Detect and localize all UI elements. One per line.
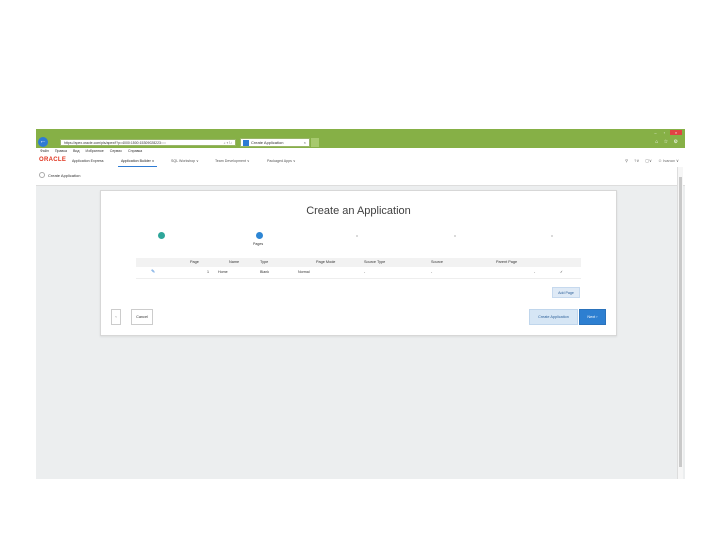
tab-label: SQL Workshop (171, 159, 196, 163)
step-complete-icon (158, 232, 165, 239)
tab-application-builder[interactable]: Application Builder ∨ (118, 157, 158, 167)
menu-favorites[interactable]: Избранное (86, 148, 104, 155)
apex-product-name[interactable]: Application Express (72, 159, 104, 163)
pages-table: Page Name Type Page Mode Source Type Sou… (136, 258, 581, 279)
chevron-down-icon: ∨ (292, 159, 296, 163)
page-circle-icon (39, 172, 45, 178)
apex-right-nav: ⚲ ?∨ ▢∨ ☺ Ivanov ∨ (625, 158, 679, 163)
row-action-icon[interactable]: ✓ (560, 267, 563, 278)
tab-sql-workshop[interactable]: SQL Workshop ∨ (168, 157, 202, 166)
minimize-button[interactable]: – (652, 130, 659, 135)
menu-help[interactable]: Справка (128, 148, 142, 155)
add-page-button[interactable]: Add Page (552, 287, 580, 298)
close-window-button[interactable]: × (670, 130, 682, 135)
address-bar[interactable]: https://apex.oracle.com/pls/apex/f?p=400… (60, 139, 236, 146)
tab-close-icon[interactable]: × (304, 139, 306, 147)
browser-tab-active[interactable]: Create Application × (240, 138, 310, 147)
maximize-button[interactable]: ▫ (661, 130, 668, 135)
create-application-button[interactable]: Create Application (529, 309, 578, 325)
breadcrumb-bar: Create Application (36, 167, 685, 186)
next-button[interactable]: Next › (579, 309, 606, 325)
menu-tools[interactable]: Сервис (110, 148, 122, 155)
breadcrumb-label[interactable]: Create Application (48, 173, 80, 178)
cell-source-type: - (364, 270, 366, 274)
cell-mode: Normal (298, 270, 310, 274)
user-menu[interactable]: ☺ Ivanov ∨ (658, 158, 679, 163)
breadcrumb: Create Application (39, 172, 80, 178)
col-type[interactable]: Type (260, 258, 268, 267)
chat-icon[interactable]: ▢∨ (645, 158, 652, 163)
step-label-pages: Pages (253, 242, 264, 246)
step-current-icon (256, 232, 263, 239)
menu-edit[interactable]: Правка (55, 148, 67, 155)
help-icon[interactable]: ?∨ (634, 158, 639, 163)
cell-name: Home (218, 270, 228, 274)
oracle-logo[interactable]: ORACLE (39, 157, 66, 163)
cell-type: Blank (260, 270, 269, 274)
col-source-type[interactable]: Source Type (364, 258, 385, 267)
chevron-down-icon: ∨ (151, 159, 155, 163)
menu-view[interactable]: Вид (73, 148, 80, 155)
create-application-wizard: Create an Application Pages Page Name Ty… (100, 190, 617, 336)
tab-packaged-apps[interactable]: Packaged Apps ∨ (264, 157, 299, 166)
wizard-title: Create an Application (306, 205, 411, 217)
step-pending-icon (454, 235, 456, 237)
browser-window: – ▫ × ← https://apex.oracle.com/pls/apex… (36, 129, 685, 479)
browser-tab-title: Create Application (251, 140, 284, 145)
apex-tab-icon (243, 140, 249, 146)
scrollbar-thumb[interactable] (679, 177, 682, 467)
step-pending-icon (551, 235, 553, 237)
cell-parent: - (534, 270, 536, 274)
cell-source: - (431, 270, 433, 274)
cancel-button[interactable]: Cancel (131, 309, 153, 325)
col-name[interactable]: Name (229, 258, 239, 267)
edit-icon[interactable]: ✎ (151, 267, 155, 278)
new-tab-button[interactable] (311, 138, 319, 147)
tab-label: Application Builder (121, 159, 151, 163)
table-header: Page Name Type Page Mode Source Type Sou… (136, 258, 581, 267)
home-favorites-settings-icons[interactable]: ⌂ ☆ ⚙ (655, 139, 680, 145)
vertical-scrollbar[interactable] (677, 167, 683, 479)
back-arrow-icon[interactable]: ← (38, 137, 48, 147)
chevron-down-icon: ∨ (196, 159, 199, 163)
wizard-progress: Pages (151, 232, 571, 246)
menu-file[interactable]: Файл (40, 148, 49, 155)
tab-label: Team Development (215, 159, 246, 163)
chevron-down-icon: ∨ (246, 159, 250, 163)
cell-page: 1 (207, 270, 209, 274)
col-parent-page[interactable]: Parent Page (496, 258, 517, 267)
address-url: https://apex.oracle.com/pls/apex/f?p=400… (64, 141, 166, 145)
col-page-mode[interactable]: Page Mode (316, 258, 335, 267)
step-pending-icon (356, 235, 358, 237)
previous-button[interactable]: ‹ (111, 309, 121, 325)
tab-team-development[interactable]: Team Development ∨ (212, 157, 253, 166)
search-refresh-icon[interactable]: ⌕ ▾ ↻ (224, 140, 232, 145)
col-source[interactable]: Source (431, 258, 443, 267)
table-row: ✎ 1 Home Blank Normal - - - ✓ (136, 267, 581, 279)
tab-label: Packaged Apps (267, 159, 292, 163)
col-page[interactable]: Page (190, 258, 199, 267)
search-icon[interactable]: ⚲ (625, 158, 628, 163)
browser-titlebar: – ▫ × (36, 129, 685, 137)
